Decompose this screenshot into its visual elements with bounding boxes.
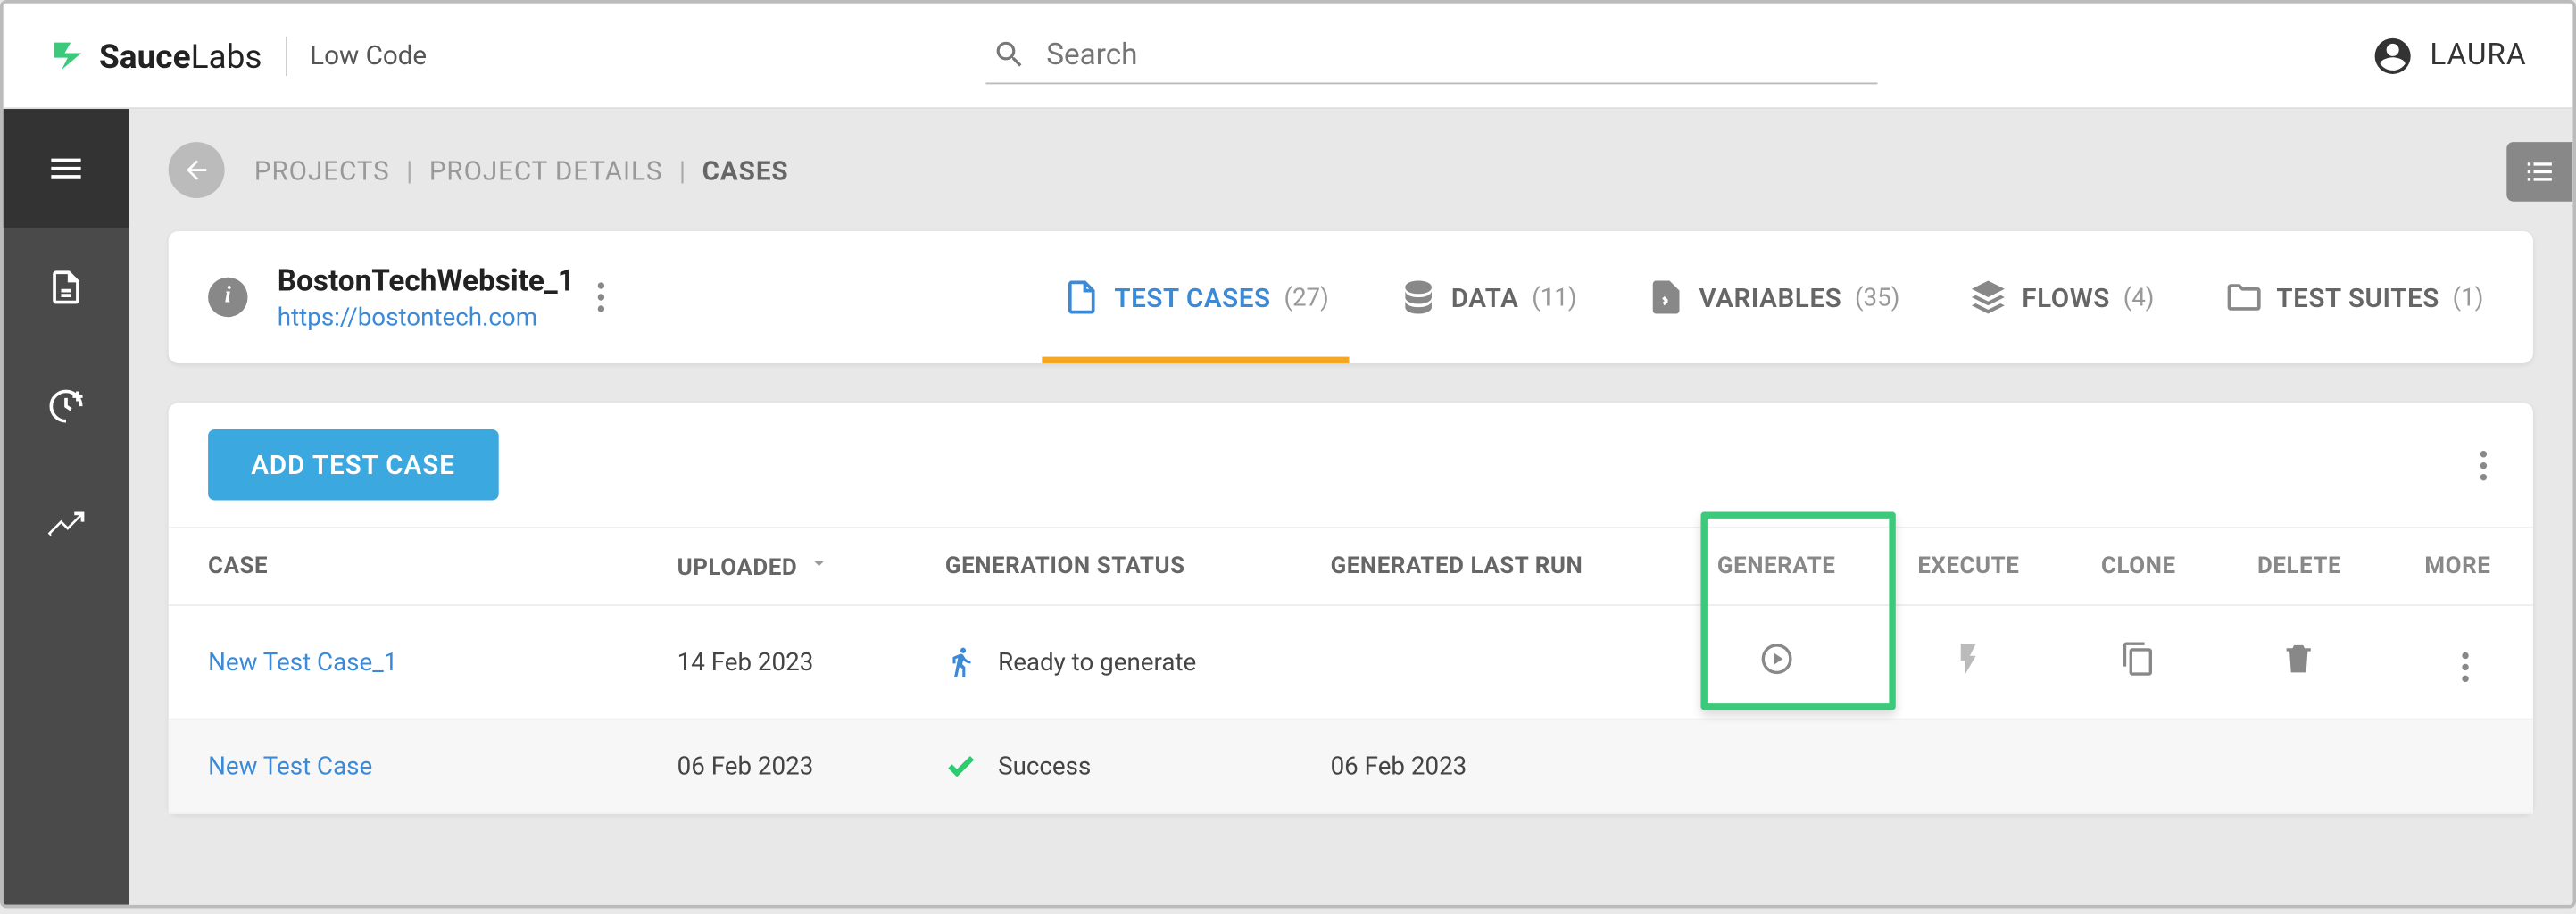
search-icon <box>993 37 1026 73</box>
table-row: New Test Case 06 Feb 2023 Success 06 Feb… <box>169 719 2533 813</box>
breadcrumb-cases: CASES <box>702 154 789 186</box>
hamburger-icon <box>46 149 86 188</box>
col-execute: EXECUTE <box>1876 528 2060 605</box>
project-menu-button[interactable] <box>591 276 611 319</box>
col-uploaded[interactable]: UPLOADED <box>637 528 905 605</box>
table-row: New Test Case_1 14 Feb 2023 Ready to gen… <box>169 605 2533 719</box>
tab-count: (4) <box>2123 282 2155 312</box>
tab-label: TEST SUITES <box>2276 281 2439 312</box>
brand-logo[interactable]: SauceLabs <box>50 36 262 75</box>
tab-test-suites[interactable]: TEST SUITES (1) <box>2214 261 2493 333</box>
user-menu[interactable]: LAURA <box>2371 34 2527 77</box>
sidebar-item-projects[interactable] <box>4 228 129 346</box>
case-name-link[interactable]: New Test Case <box>208 752 372 781</box>
sidebar-item-schedule[interactable] <box>4 347 129 466</box>
tab-variables[interactable]: VARIABLES (35) <box>1636 261 1909 333</box>
col-clone: CLONE <box>2060 528 2216 605</box>
product-name: Low Code <box>310 39 427 71</box>
tab-count: (35) <box>1855 282 1899 312</box>
cell-delete <box>2216 605 2382 719</box>
database-icon <box>1399 278 1438 317</box>
cases-panel: ADD TEST CASE CASE UPLOADED GENERATION S… <box>169 403 2533 814</box>
brand-text: SauceLabs <box>99 36 262 75</box>
project-info-card: i BostonTechWebsite_1 https://bostontech… <box>169 231 2533 363</box>
col-more: MORE <box>2382 528 2533 605</box>
running-person-icon <box>945 645 978 678</box>
project-url[interactable]: https://bostontech.com <box>278 302 575 331</box>
tab-data[interactable]: DATA (11) <box>1388 261 1586 333</box>
tab-count: (1) <box>2453 282 2484 312</box>
cell-status: Ready to generate <box>905 605 1291 719</box>
col-generation-status[interactable]: GENERATION STATUS <box>905 528 1291 605</box>
trash-icon[interactable] <box>2281 641 2318 677</box>
search-input[interactable] <box>1046 37 1871 72</box>
main-content: PROJECTS | PROJECT DETAILS | CASES i Bos… <box>129 109 2572 905</box>
tab-test-cases[interactable]: TEST CASES (27) <box>1051 261 1339 333</box>
tab-label: FLOWS <box>2022 281 2110 312</box>
cell-uploaded: 14 Feb 2023 <box>637 605 905 719</box>
tab-label: DATA <box>1451 281 1519 312</box>
left-sidebar <box>4 109 129 905</box>
tab-label: VARIABLES <box>1699 281 1841 312</box>
list-view-toggle[interactable] <box>2506 142 2572 202</box>
breadcrumb-row: PROJECTS | PROJECT DETAILS | CASES <box>129 109 2572 231</box>
cell-more <box>2382 605 2533 719</box>
user-avatar-icon <box>2371 34 2414 77</box>
col-generated-last-run[interactable]: GENERATED LAST RUN <box>1291 528 1676 605</box>
breadcrumb-separator: | <box>679 154 686 186</box>
cell-last-run <box>1291 605 1676 719</box>
cell-status: Success <box>905 719 1291 813</box>
trend-icon <box>46 505 86 544</box>
document-icon <box>46 268 86 307</box>
layers-icon <box>1969 278 2008 317</box>
search-field[interactable] <box>985 27 1877 85</box>
back-button[interactable] <box>169 142 225 198</box>
clock-plus-icon <box>46 386 86 426</box>
row-menu-button[interactable] <box>2456 645 2476 688</box>
col-delete: DELETE <box>2216 528 2382 605</box>
checkmark-icon <box>945 750 978 783</box>
chevron-down-icon <box>807 552 830 575</box>
copy-icon[interactable] <box>2120 641 2156 677</box>
file-icon <box>1061 278 1101 317</box>
tab-flows[interactable]: FLOWS (4) <box>1959 261 2165 333</box>
project-title: BostonTechWebsite_1 <box>278 263 575 298</box>
code-file-icon <box>1646 278 1685 317</box>
col-case[interactable]: CASE <box>169 528 638 605</box>
saucelabs-logo-icon <box>50 37 87 74</box>
cell-last-run: 06 Feb 2023 <box>1291 719 1676 813</box>
tab-label: TEST CASES <box>1114 281 1270 312</box>
sidebar-menu-toggle[interactable] <box>4 109 129 228</box>
cell-execute <box>1876 605 2060 719</box>
divider <box>285 36 287 75</box>
bolt-icon[interactable] <box>1950 641 1987 677</box>
cell-uploaded: 06 Feb 2023 <box>637 719 905 813</box>
cell-clone <box>2060 605 2216 719</box>
project-tabs: TEST CASES (27) DATA (11) VARIABLES (35) <box>1051 261 2493 333</box>
add-test-case-button[interactable]: ADD TEST CASE <box>208 429 498 501</box>
folder-icon <box>2223 278 2263 317</box>
cases-table: CASE UPLOADED GENERATION STATUS GENERATE… <box>169 527 2533 814</box>
case-name-link[interactable]: New Test Case_1 <box>208 647 397 677</box>
cell-generate <box>1676 605 1877 719</box>
breadcrumb-project-details[interactable]: PROJECT DETAILS <box>429 154 663 186</box>
col-generate: GENERATE <box>1676 528 1877 605</box>
play-circle-icon[interactable] <box>1758 641 1795 677</box>
info-icon[interactable]: i <box>208 278 247 317</box>
tab-count: (27) <box>1284 282 1328 312</box>
breadcrumb-projects[interactable]: PROJECTS <box>254 154 390 186</box>
arrow-left-icon <box>182 155 212 185</box>
user-name: LAURA <box>2430 38 2526 73</box>
breadcrumb-separator: | <box>406 154 412 186</box>
top-header: SauceLabs Low Code LAURA <box>4 4 2573 109</box>
sidebar-item-analytics[interactable] <box>4 466 129 585</box>
cases-panel-menu-button[interactable] <box>2473 444 2493 486</box>
tab-count: (11) <box>1532 282 1576 312</box>
list-icon <box>2522 154 2558 190</box>
